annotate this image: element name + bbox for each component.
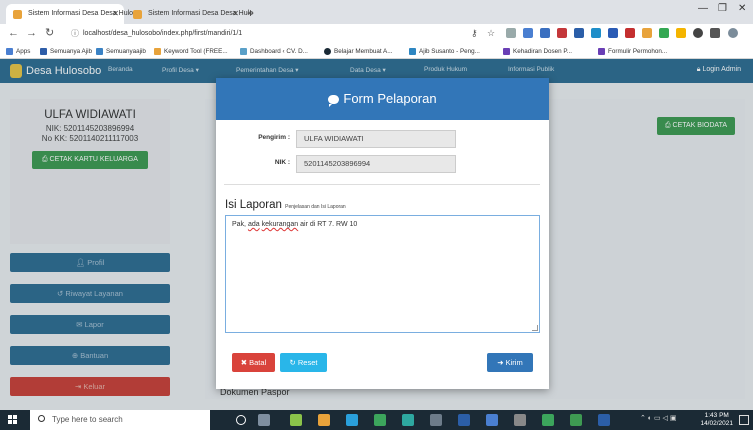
extension-icon[interactable]: [557, 28, 567, 38]
modal-header: Form Pelaporan: [216, 78, 549, 120]
windows-start-icon[interactable]: [8, 415, 18, 425]
reload-icon[interactable]: ↻: [45, 27, 54, 40]
nik-field: 5201145203896994: [296, 155, 456, 173]
resize-handle-icon[interactable]: [532, 325, 538, 331]
bookmark-icon: [598, 48, 605, 55]
bookmark-icon: [503, 48, 510, 55]
bookmark-item[interactable]: Belajar Membuat A...: [324, 46, 392, 57]
word-icon[interactable]: [598, 414, 610, 426]
tray-icons[interactable]: ⌃ ◐ ▭ ◁ ▣: [640, 414, 676, 422]
search-icon: [38, 415, 45, 422]
profile-avatar[interactable]: [728, 28, 738, 38]
browser-tab-active[interactable]: Sistem Informasi Desa Desa Hulo ✕: [6, 4, 133, 24]
app-icon[interactable]: [290, 414, 302, 426]
bookmark-item[interactable]: Kehadiran Dosen P...: [503, 46, 572, 57]
word-icon[interactable]: [458, 414, 470, 426]
pengirim-field: ULFA WIDIAWATI: [296, 130, 456, 148]
apps-grid-icon: [6, 48, 13, 55]
cortana-icon[interactable]: [236, 415, 246, 425]
extension-icon[interactable]: [540, 28, 550, 38]
extension-icon[interactable]: [625, 28, 635, 38]
site-favicon-icon: [13, 10, 22, 19]
url-text: localhost/desa_hulosobo/index.php/first/…: [83, 30, 243, 37]
isi-laporan-textarea[interactable]: Pak, ada kekurangan air di RT 7. RW 10: [225, 215, 540, 333]
close-window-icon[interactable]: ✕: [738, 3, 746, 14]
file-explorer-icon[interactable]: [318, 414, 330, 426]
form-divider: [224, 184, 540, 185]
chrome-icon[interactable]: [346, 414, 358, 426]
bookmark-item[interactable]: Keyword Tool (FREE...: [154, 46, 228, 57]
info-icon: ⓘ: [71, 29, 79, 38]
isi-laporan-heading: Isi Laporan Penjelasan dan Isi Laporan: [225, 199, 346, 211]
maximize-icon[interactable]: ❐: [718, 3, 727, 14]
bookmark-icon: [154, 48, 161, 55]
bookmark-item[interactable]: Dashboard ‹ CV. D...: [240, 46, 308, 57]
bookmark-item[interactable]: Semuanyaajib: [96, 46, 146, 57]
bookmark-item[interactable]: Semuanya Ajib: [40, 46, 92, 57]
comment-icon: [328, 95, 340, 107]
browser-tab-strip: Sistem Informasi Desa Desa Hulo ✕ Sistem…: [0, 0, 753, 24]
windows-taskbar: Type here to search ⌃ ◐ ▭ ◁ ▣ 1:43 PM 14…: [0, 410, 753, 430]
bookmark-icon: [40, 48, 47, 55]
bookmark-item[interactable]: Formulir Permohon...: [598, 46, 667, 57]
taskbar-search-box[interactable]: Type here to search: [30, 410, 210, 430]
close-tab-icon[interactable]: ✕: [112, 4, 119, 24]
bookmark-icon: [240, 48, 247, 55]
bookmark-icon: [409, 48, 416, 55]
app-icon[interactable]: [486, 414, 498, 426]
nik-label: NIK :: [274, 159, 290, 166]
isi-laporan-subtitle: Penjelasan dan Isi Laporan: [285, 204, 346, 210]
back-arrow-icon[interactable]: ←: [8, 27, 19, 40]
app-icon[interactable]: [402, 414, 414, 426]
site-favicon-icon: [133, 10, 142, 19]
app-icon[interactable]: [542, 414, 554, 426]
form-pelaporan-modal: Form Pelaporan Pengirim : ULFA WIDIAWATI…: [216, 78, 549, 389]
browser-toolbar: ← → ↻ ⓘ localhost/desa_hulosobo/index.ph…: [0, 24, 753, 44]
extension-icon[interactable]: [608, 28, 618, 38]
extension-icon[interactable]: [676, 28, 686, 38]
browser-tab[interactable]: Sistem Informasi Desa Desa Hulo ✕: [126, 4, 253, 24]
key-icon[interactable]: ⚷: [471, 27, 478, 40]
reset-icon: ↻: [289, 358, 298, 367]
send-icon: ➜: [497, 358, 506, 367]
notification-icon[interactable]: [739, 415, 749, 425]
extension-icon[interactable]: [693, 28, 703, 38]
taskbar-clock[interactable]: 1:43 PM 14/02/2021: [700, 412, 733, 428]
bookmark-star-icon[interactable]: ☆: [487, 27, 495, 40]
close-icon: ✖: [240, 358, 250, 367]
address-bar[interactable]: ⓘ localhost/desa_hulosobo/index.php/firs…: [69, 26, 489, 42]
app-icon[interactable]: [430, 414, 442, 426]
reset-button[interactable]: ↻ Reset: [280, 353, 327, 372]
minimize-icon[interactable]: —: [698, 3, 708, 14]
modal-title: Form Pelaporan: [343, 91, 437, 106]
extension-icon[interactable]: [659, 28, 669, 38]
bookmark-item[interactable]: Ajib Susanto - Peng...: [409, 46, 480, 57]
new-tab-button[interactable]: +: [247, 4, 254, 22]
bookmark-apps[interactable]: Apps: [6, 46, 30, 57]
task-view-icon[interactable]: [258, 414, 270, 426]
bookmark-icon: [324, 48, 331, 55]
extension-icon[interactable]: [642, 28, 652, 38]
extension-icon[interactable]: [506, 28, 516, 38]
app-icon[interactable]: [570, 414, 582, 426]
extension-icon[interactable]: [523, 28, 533, 38]
app-icon[interactable]: [514, 414, 526, 426]
extension-icon[interactable]: [574, 28, 584, 38]
puzzle-extension-icon[interactable]: [710, 28, 720, 38]
bookmarks-bar: Apps Semuanya Ajib Semuanyaajib Keyword …: [0, 44, 753, 59]
batal-button[interactable]: ✖ Batal: [232, 353, 275, 372]
close-tab-icon[interactable]: ✕: [232, 4, 239, 24]
kirim-button[interactable]: ➜ Kirim: [487, 353, 533, 372]
app-icon[interactable]: [374, 414, 386, 426]
extension-icon[interactable]: [591, 28, 601, 38]
pengirim-label: Pengirim :: [258, 134, 290, 141]
bookmark-icon: [96, 48, 103, 55]
forward-arrow-icon[interactable]: →: [26, 27, 37, 40]
